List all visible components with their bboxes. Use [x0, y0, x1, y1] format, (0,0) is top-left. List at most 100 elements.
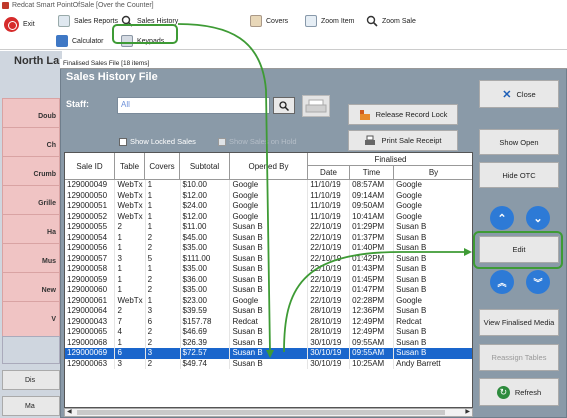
scroll-left-icon[interactable]: ◀ — [67, 409, 72, 416]
cell-opened-by: Susan B — [229, 274, 309, 285]
print-list-button[interactable] — [302, 95, 330, 117]
scroll-thumb[interactable] — [77, 410, 445, 415]
cell-table: 3 — [114, 358, 146, 369]
zoom-sale-button[interactable]: Zoom Sale — [366, 15, 416, 27]
table-row[interactable]: 129000063 3 2 $49.74 Susan B 30/10/19 10:25AM A… — [65, 358, 472, 369]
cell-opened-by: Susan B — [229, 358, 309, 369]
header-by[interactable]: By — [394, 166, 472, 180]
zoom-item-icon — [305, 15, 317, 27]
sales-grid: Sale ID Table Covers Subtotal Opened By … — [64, 152, 473, 408]
cell-covers: 1 — [145, 201, 181, 212]
horizontal-scrollbar[interactable]: ◀ ▶ — [64, 408, 473, 417]
cell-table: 3 — [114, 253, 146, 264]
cell-date: 11/10/19 — [307, 201, 351, 212]
cell-subtotal: $35.00 — [180, 243, 231, 254]
table-row[interactable]: 129000064 2 3 $39.59 Susan B 28/10/19 12:36PM S… — [65, 306, 472, 317]
cell-date: 11/10/19 — [307, 190, 351, 201]
header-covers[interactable]: Covers — [145, 153, 180, 180]
scroll-down-button[interactable]: ⌄ — [526, 206, 550, 230]
table-row[interactable]: 129000065 4 2 $46.69 Susan B 28/10/19 12:49PM S… — [65, 327, 472, 338]
cell-opened-by: Susan B — [229, 222, 309, 233]
table-row[interactable]: 129000043 7 6 $157.78 Redcat 28/10/19 12:49PM R… — [65, 316, 472, 327]
magnifier-icon — [366, 15, 378, 27]
calculator-button[interactable]: Calculator — [56, 35, 104, 47]
table-row[interactable]: 129000069 6 3 $72.57 Susan B 30/10/19 09:55AM S… — [65, 348, 472, 359]
staff-search-button[interactable] — [273, 97, 295, 114]
table-row[interactable]: 129000049 WebTx 1 $10.00 Google 11/10/19 08:57… — [65, 180, 472, 191]
view-finalised-media-button[interactable]: View Finalised Media — [479, 309, 559, 336]
cell-covers: 3 — [145, 348, 181, 359]
cell-opened-by: Google — [229, 211, 309, 222]
power-icon — [4, 17, 19, 32]
cell-opened-by: Susan B — [229, 232, 309, 243]
table-row[interactable]: 129000060 1 2 $35.00 Susan B 22/10/19 01:47PM S… — [65, 285, 472, 296]
cell-subtotal: $12.00 — [180, 211, 231, 222]
table-row[interactable]: 129000050 WebTx 1 $12.00 Google 11/10/19 09:14… — [65, 190, 472, 201]
discount-button[interactable]: Dis — [2, 370, 60, 390]
cell-sale-id: 129000068 — [65, 337, 116, 348]
menu-button-8[interactable]: V — [2, 301, 60, 337]
release-record-lock-button[interactable]: Release Record Lock — [348, 104, 458, 125]
printer-icon — [305, 99, 327, 113]
cell-covers: 2 — [145, 243, 181, 254]
staff-input[interactable]: All — [117, 97, 270, 114]
cell-sale-id: 129000060 — [65, 285, 116, 296]
zoom-item-button[interactable]: Zoom Item — [305, 15, 354, 27]
refresh-button[interactable]: ↻ Refresh — [479, 378, 559, 406]
scroll-right-icon[interactable]: ▶ — [465, 409, 470, 416]
show-locked-sales-label: Show Locked Sales — [130, 137, 196, 146]
print-sale-receipt-button[interactable]: Print Sale Receipt — [348, 130, 458, 151]
sales-history-highlight — [112, 24, 178, 44]
cell-date: 30/10/19 — [307, 348, 351, 359]
cell-subtotal: $46.69 — [180, 327, 231, 338]
cell-covers: 2 — [145, 358, 181, 369]
header-table[interactable]: Table — [115, 153, 145, 180]
cell-covers: 2 — [145, 232, 181, 243]
cell-subtotal: $24.00 — [180, 201, 231, 212]
cell-sale-id: 129000058 — [65, 264, 116, 275]
manual-button[interactable]: Ma — [2, 396, 60, 416]
table-row[interactable]: 129000056 1 2 $35.00 Susan B 22/10/19 01:40PM S… — [65, 243, 472, 254]
covers-button[interactable]: Covers — [250, 15, 288, 27]
sales-table: 129000049 WebTx 1 $10.00 Google 11/10/19 08:57… — [65, 180, 472, 369]
table-row[interactable]: 129000068 1 2 $26.39 Susan B 30/10/19 09:55AM S… — [65, 337, 472, 348]
table-row[interactable]: 129000052 WebTx 1 $12.00 Google 11/10/19 10:41… — [65, 211, 472, 222]
table-row[interactable]: 129000051 WebTx 1 $24.00 Google 11/10/19 09:50… — [65, 201, 472, 212]
calculator-icon — [56, 35, 68, 47]
page-up-button[interactable]: ︽ — [490, 270, 514, 294]
table-row[interactable]: 129000057 3 5 $111.00 Susan B 22/10/19 01:42PM… — [65, 253, 472, 264]
cell-covers: 5 — [145, 253, 181, 264]
table-row[interactable]: 129000054 1 2 $45.00 Susan B 22/10/19 01:37PM S… — [65, 232, 472, 243]
show-locked-sales-checkbox[interactable]: Show Locked Sales — [119, 137, 196, 146]
cell-subtotal: $12.00 — [180, 190, 231, 201]
header-opened-by[interactable]: Opened By — [230, 153, 308, 180]
header-time[interactable]: Time — [350, 166, 394, 180]
cell-table: WebTx — [114, 211, 146, 222]
cell-time: 01:43PM — [349, 264, 395, 275]
cell-time: 09:14AM — [349, 190, 395, 201]
cell-subtotal: $45.00 — [180, 232, 231, 243]
scroll-up-button[interactable]: ⌃ — [490, 206, 514, 230]
exit-button[interactable]: Exit — [4, 17, 35, 32]
cell-covers: 2 — [145, 327, 181, 338]
cell-sale-id: 129000065 — [65, 327, 116, 338]
show-open-button[interactable]: Show Open — [479, 129, 559, 155]
table-row[interactable]: 129000058 1 1 $35.00 Susan B 22/10/19 01:43PM S… — [65, 264, 472, 275]
background-title: North La — [14, 55, 60, 67]
hide-otc-button[interactable]: Hide OTC — [479, 162, 559, 188]
covers-icon — [250, 15, 262, 27]
header-subtotal[interactable]: Subtotal — [180, 153, 230, 180]
cell-time: 01:47PM — [349, 285, 395, 296]
sales-reports-button[interactable]: Sales Reports — [58, 15, 118, 27]
cell-covers: 1 — [145, 180, 181, 191]
close-button[interactable]: ✕ Close — [479, 80, 559, 108]
table-row[interactable]: 129000059 1 2 $36.00 Susan B 22/10/19 01:45PM S… — [65, 274, 472, 285]
header-date[interactable]: Date — [308, 166, 350, 180]
page-down-button[interactable]: ︾ — [526, 270, 550, 294]
cell-opened-by: Susan B — [229, 285, 309, 296]
header-sale-id[interactable]: Sale ID — [65, 153, 115, 180]
table-row[interactable]: 129000061 WebTx 1 $23.00 Google 22/10/19 02:28… — [65, 295, 472, 306]
cell-date: 22/10/19 — [307, 264, 351, 275]
close-label: Close — [516, 89, 536, 99]
table-row[interactable]: 129000055 2 1 $11.00 Susan B 22/10/19 01:29PM S… — [65, 222, 472, 233]
